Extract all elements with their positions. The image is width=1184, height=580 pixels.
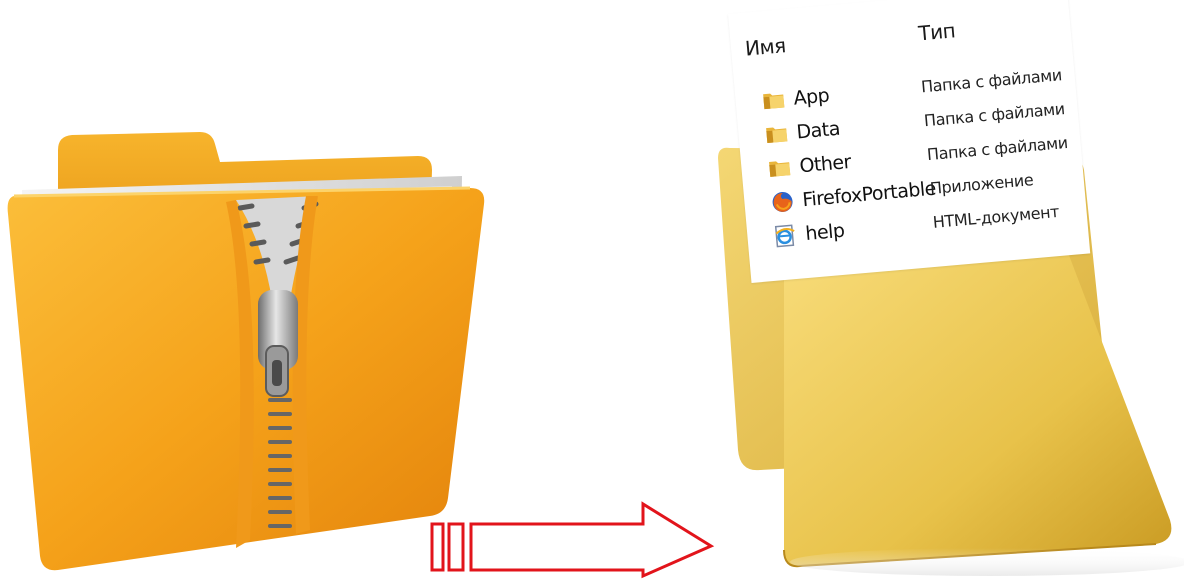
file-type: Папка с файлами (926, 132, 1069, 165)
file-name: Other (798, 150, 852, 178)
file-type: Папка с файлами (923, 99, 1066, 131)
right-arrow-icon (430, 501, 715, 579)
scene: Имя Тип App Папка с файлами Data Папка с… (0, 0, 1184, 580)
firefox-icon (772, 191, 793, 212)
folder-icon (763, 93, 785, 110)
column-header-name[interactable]: Имя (744, 33, 787, 60)
file-list-panel: Имя Тип App Папка с файлами Data Папка с… (728, 0, 1091, 283)
file-name: FirefoxPortable (801, 177, 937, 212)
list-item[interactable]: App (761, 84, 830, 114)
list-item[interactable]: help (773, 219, 846, 249)
folder-icon (769, 161, 791, 177)
column-header-type[interactable]: Тип (917, 18, 956, 45)
list-item[interactable]: Other (767, 150, 852, 181)
list-item[interactable]: Data (764, 117, 841, 147)
file-name: help (804, 219, 846, 246)
zipped-folder-icon (7, 132, 485, 571)
file-type: HTML-документ (932, 201, 1060, 232)
file-name: App (792, 84, 831, 110)
folder-icon (766, 127, 788, 144)
list-item[interactable]: FirefoxPortable (770, 177, 937, 215)
file-type: Приложение (929, 170, 1034, 199)
file-type: Папка с файлами (920, 65, 1063, 97)
ie-document-icon (774, 224, 795, 248)
file-name: Data (795, 117, 841, 144)
